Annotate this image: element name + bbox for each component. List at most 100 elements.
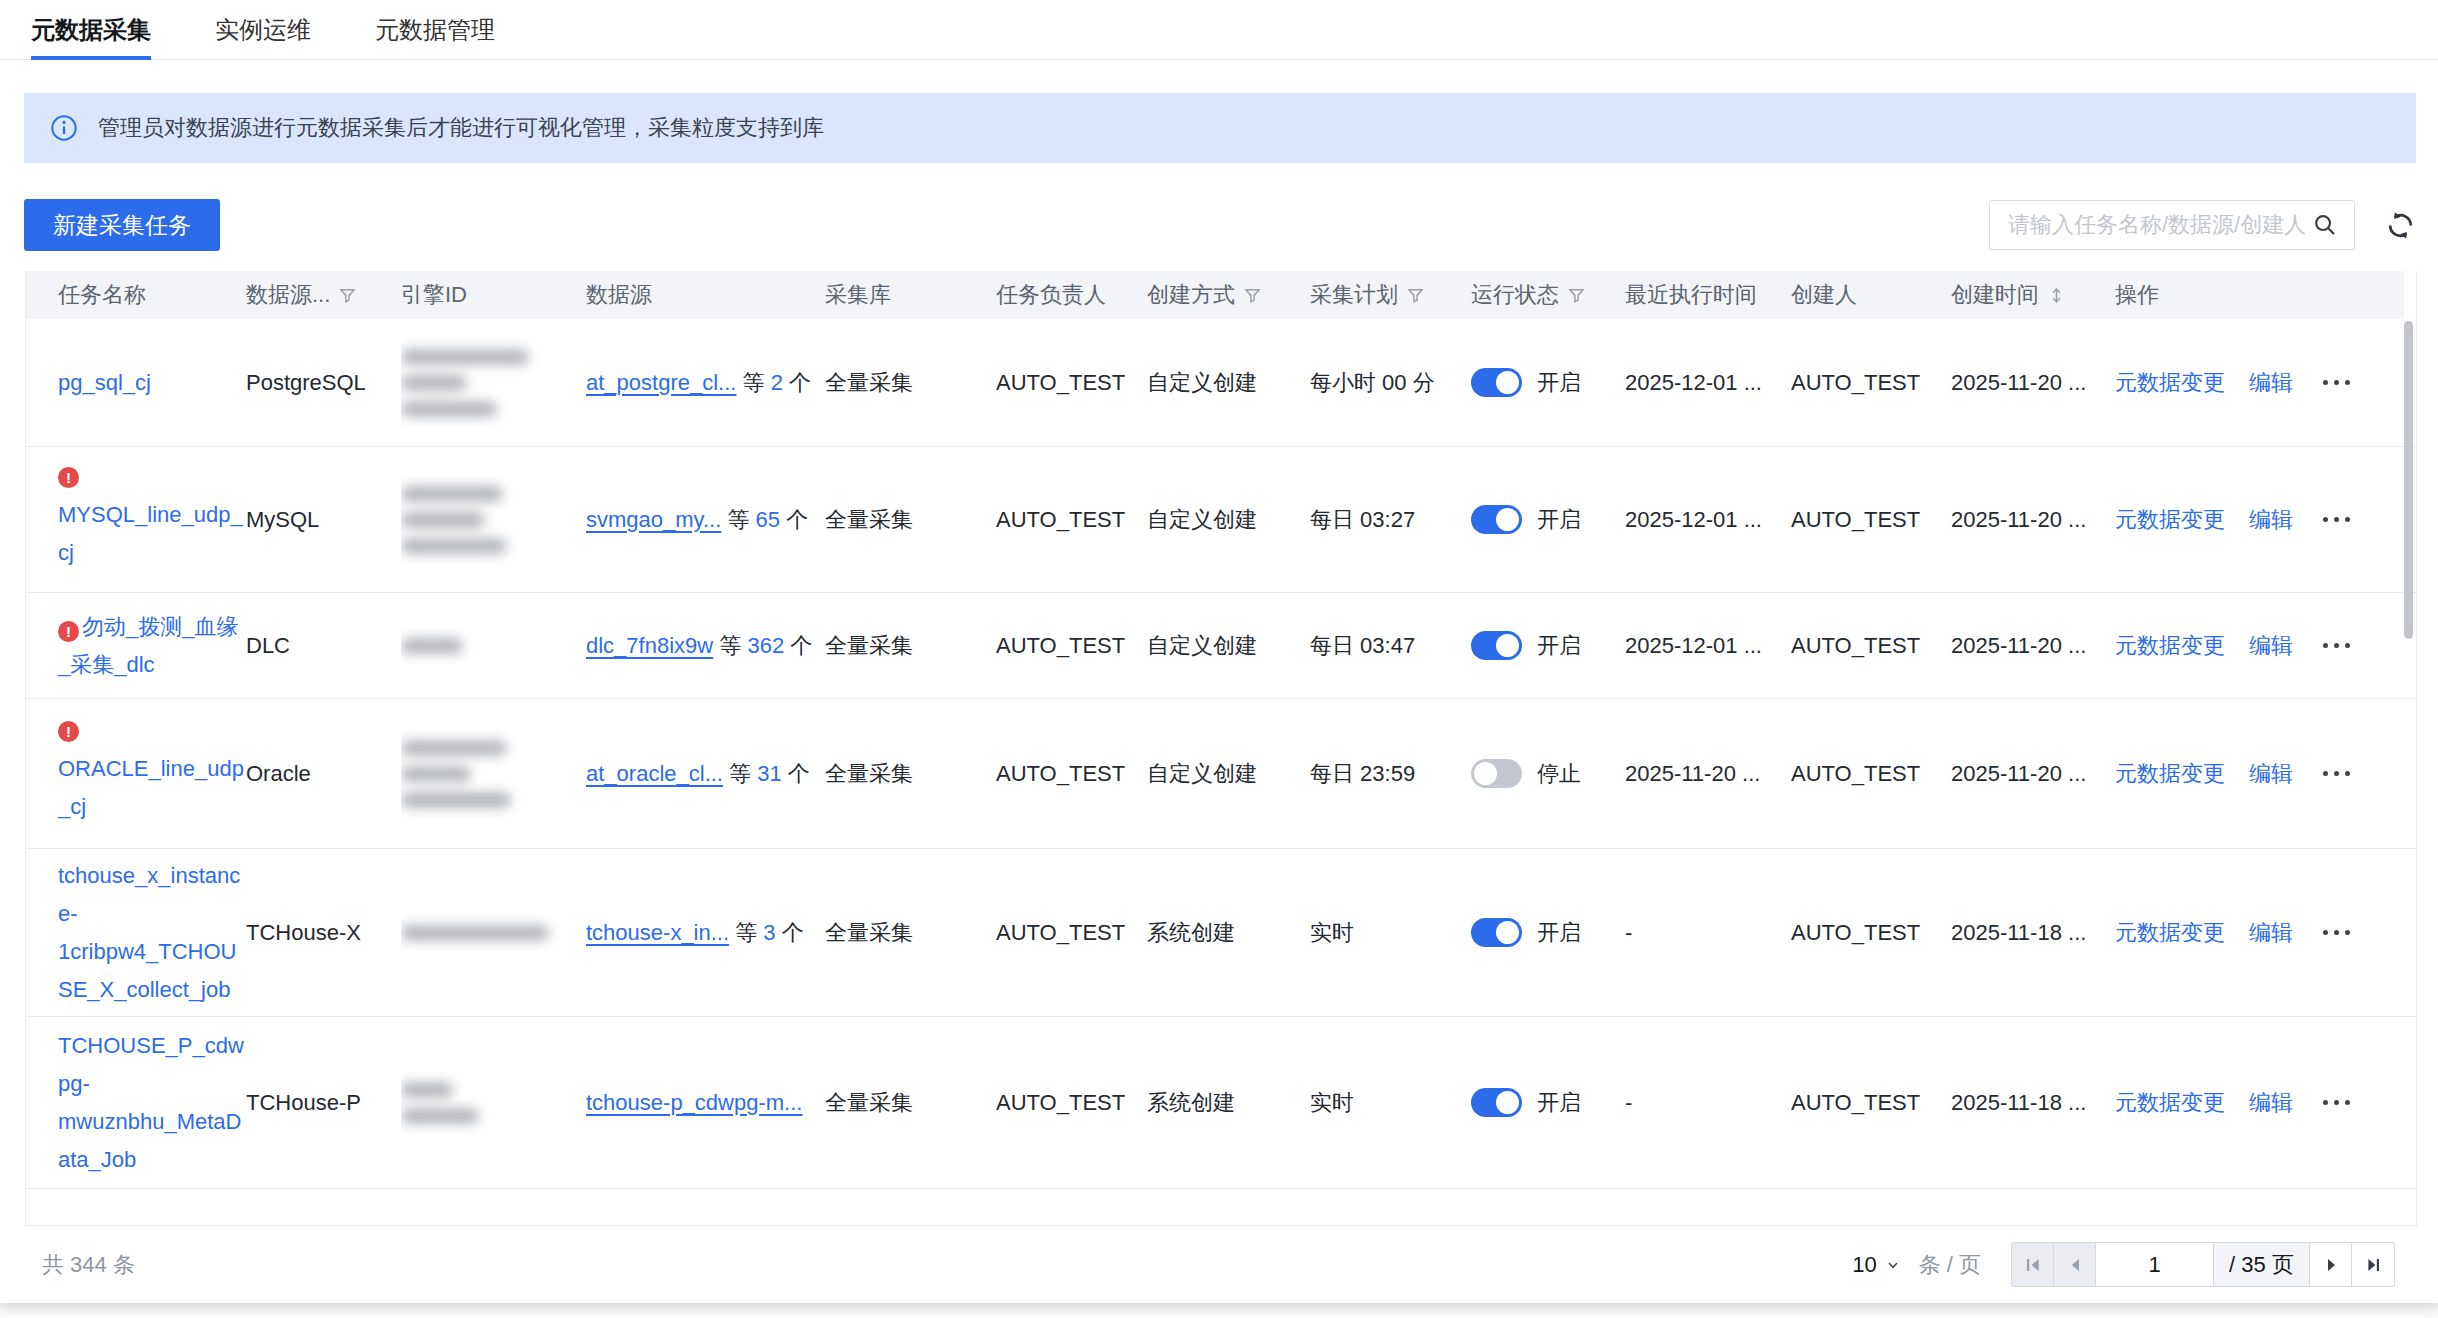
status-toggle[interactable] [1471,759,1522,788]
filter-icon[interactable] [1407,287,1424,304]
engine-id-cell [401,915,586,951]
last-exec-cell: 2025-12-01 ... [1625,507,1791,533]
table-header: 任务名称数据源...引擎ID数据源采集库任务负责人创建方式采集计划运行状态最近执… [26,271,2404,319]
prev-page-button[interactable] [2054,1243,2096,1286]
collection-scope-cell: 全量采集 [825,918,996,948]
metadata-change-link[interactable]: 元数据变更 [2115,368,2225,398]
datasource-link[interactable]: dlc_7fn8ix9w [586,633,713,658]
column-header-1: 任务名称 [58,280,246,310]
more-actions-button[interactable] [2323,930,2350,935]
search-box[interactable] [1989,200,2355,250]
last-exec-cell: 2025-11-20 ... [1625,761,1791,787]
owner-cell: AUTO_TEST [996,1090,1147,1116]
column-header-11: 创建人 [1791,280,1951,310]
page-size-value: 10 [1852,1252,1876,1278]
search-icon[interactable] [2312,212,2338,238]
plan-cell: 每小时 00 分 [1310,368,1471,398]
more-actions-button[interactable] [2323,643,2350,648]
task-name-link[interactable]: pg_sql_cj [58,370,151,395]
last-exec-cell: 2025-12-01 ... [1625,633,1791,659]
plan-cell: 每日 03:47 [1310,631,1471,661]
datasource-cell: tchouse-x_in... 等 3 个 [586,918,825,948]
status-cell: 开启 [1471,918,1625,948]
column-header-5: 采集库 [825,280,996,310]
tab-bar: 元数据采集 实例运维 元数据管理 [0,0,2438,60]
datasource-link[interactable]: at_postgre_cl... [586,370,736,395]
task-name-cell: !勿动_拨测_血缘_采集_dlc [58,608,250,684]
column-header-7: 创建方式 [1147,280,1310,310]
creator-cell: AUTO_TEST [1791,507,1951,533]
column-header-10: 最近执行时间 [1625,280,1791,310]
created-time-cell: 2025-11-20 ... [1951,761,2115,787]
status-cell: 开启 [1471,505,1625,535]
table-scrollbar-thumb[interactable] [2404,321,2413,639]
metadata-change-link[interactable]: 元数据变更 [2115,759,2225,789]
task-name-link[interactable]: TCHOUSE_P_cdwpg-mwuznbhu_MetaData_Job [58,1033,244,1172]
search-input[interactable] [2008,212,2312,238]
datasource-link[interactable]: svmgao_my... [586,507,721,532]
table-row: !勿动_拨测_血缘_采集_dlcDLCdlc_7fn8ix9w 等 362 个全… [26,593,2416,699]
task-name-link[interactable]: 勿动_拨测_血缘_采集_dlc [58,614,238,677]
metadata-change-link[interactable]: 元数据变更 [2115,1088,2225,1118]
tab-2[interactable]: 实例运维 [215,0,311,60]
new-collection-task-button[interactable]: 新建采集任务 [24,199,220,251]
ops-cell: 元数据变更编辑 [2115,368,2416,398]
status-toggle[interactable] [1471,631,1522,660]
edit-link[interactable]: 编辑 [2249,631,2293,661]
datasource-link[interactable]: at_oracle_cl... [586,761,723,786]
status-cell: 开启 [1471,368,1625,398]
datasource-cell: at_postgre_cl... 等 2 个 [586,368,825,398]
engine-id-cell [401,476,586,564]
filter-icon[interactable] [1568,287,1585,304]
edit-link[interactable]: 编辑 [2249,368,2293,398]
create-mode-cell: 系统创建 [1147,918,1310,948]
next-page-button[interactable] [2310,1243,2352,1286]
task-name-link[interactable]: ORACLE_line_udp_cj [58,756,244,819]
next-page-icon [2321,1255,2341,1275]
filter-icon[interactable] [339,287,356,304]
last-exec-cell: - [1625,1090,1791,1116]
refresh-button[interactable] [2385,210,2416,241]
chevron-down-icon [1885,1257,1901,1273]
tab-1[interactable]: 元数据采集 [31,0,151,60]
task-name-link[interactable]: tchouse_x_instance-1cribpw4_TCHOUSE_X_co… [58,863,240,1002]
creator-cell: AUTO_TEST [1791,1090,1951,1116]
status-toggle[interactable] [1471,368,1522,397]
task-name-cell: !ORACLE_line_udp_cj [58,721,250,826]
datasource-link[interactable]: tchouse-x_in... [586,920,729,945]
last-page-button[interactable] [2352,1243,2394,1286]
page-number-input[interactable]: 1 [2096,1243,2214,1286]
status-toggle[interactable] [1471,505,1522,534]
task-name-link[interactable]: MYSQL_line_udp_cj [58,502,243,565]
first-page-button[interactable] [2012,1243,2054,1286]
edit-link[interactable]: 编辑 [2249,918,2293,948]
metadata-change-link[interactable]: 元数据变更 [2115,918,2225,948]
status-toggle[interactable] [1471,1088,1522,1117]
filter-icon[interactable] [1244,287,1261,304]
refresh-icon [2385,210,2416,241]
datasource-link[interactable]: tchouse-p_cdwpg-m... [586,1090,802,1115]
status-toggle[interactable] [1471,918,1522,947]
more-actions-button[interactable] [2323,517,2350,522]
edit-link[interactable]: 编辑 [2249,1088,2293,1118]
task-name-cell: pg_sql_cj [58,364,250,402]
edit-link[interactable]: 编辑 [2249,505,2293,535]
last-page-icon [2363,1255,2383,1275]
edit-link[interactable]: 编辑 [2249,759,2293,789]
more-actions-button[interactable] [2323,1100,2350,1105]
sort-icon[interactable] [2048,286,2065,305]
pagination: 10 条 / 页 1 / 35 页 [1852,1242,2395,1287]
last-exec-cell: - [1625,920,1791,946]
collection-scope-cell: 全量采集 [825,759,996,789]
collection-scope-cell: 全量采集 [825,368,996,398]
metadata-change-link[interactable]: 元数据变更 [2115,505,2225,535]
owner-cell: AUTO_TEST [996,370,1147,396]
page-size-select[interactable]: 10 条 / 页 [1852,1250,1981,1280]
metadata-change-link[interactable]: 元数据变更 [2115,631,2225,661]
tab-3[interactable]: 元数据管理 [375,0,495,60]
plan-cell: 每日 03:27 [1310,505,1471,535]
column-header-2: 数据源... [246,280,401,310]
more-actions-button[interactable] [2323,771,2350,776]
plan-cell: 每日 23:59 [1310,759,1471,789]
more-actions-button[interactable] [2323,380,2350,385]
